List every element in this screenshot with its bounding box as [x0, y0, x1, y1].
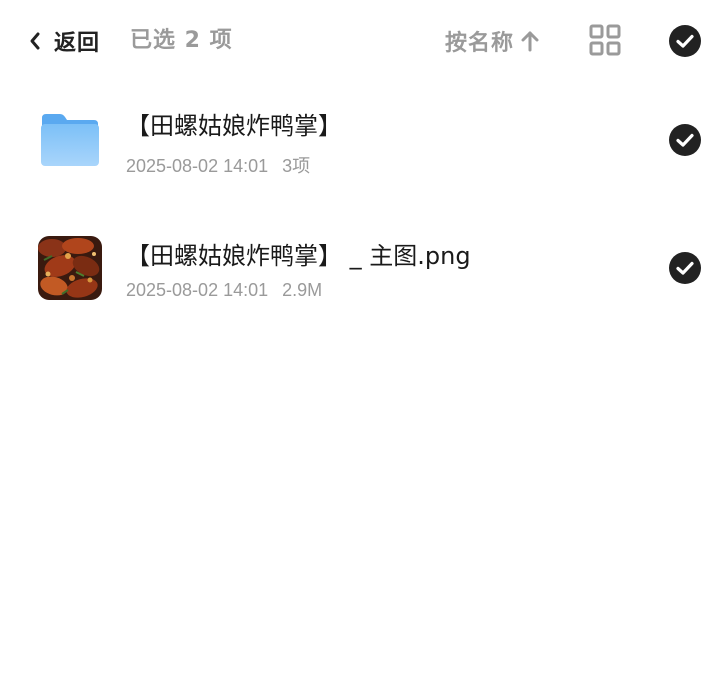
sort-by-name-button[interactable]: 按名称	[445, 22, 540, 60]
file-date: 2025-08-02 14:01	[126, 156, 269, 176]
checkmark-circle-icon[interactable]	[669, 252, 701, 284]
list-item[interactable]: 【田螺姑娘炸鸭掌】 2025-08-02 14:01 3项	[0, 82, 712, 202]
image-thumbnail	[38, 236, 102, 300]
file-meta: 2025-08-02 14:01 3项	[126, 152, 310, 178]
file-meta: 2025-08-02 14:01 2.9M	[126, 280, 322, 301]
grid-view-icon[interactable]	[589, 24, 621, 56]
checkmark-circle-icon[interactable]	[669, 124, 701, 156]
select-all-checkmark-icon[interactable]	[669, 25, 701, 57]
file-size: 2.9M	[282, 280, 323, 300]
file-name: 【田螺姑娘炸鸭掌】	[126, 112, 342, 140]
arrow-up-icon	[521, 31, 539, 52]
selection-toolbar: 返回 已选 2 项 按名称	[0, 0, 712, 82]
folder-icon	[41, 114, 99, 166]
back-button[interactable]: 返回	[26, 22, 100, 60]
chevron-left-icon	[30, 32, 40, 50]
back-label: 返回	[54, 31, 101, 56]
file-size: 3项	[282, 156, 311, 176]
selected-count-text: 已选 2 项	[130, 28, 233, 53]
sort-label: 按名称	[445, 31, 515, 56]
file-name: 【田螺姑娘炸鸭掌】 _ 主图.png	[126, 242, 471, 270]
file-date: 2025-08-02 14:01	[126, 280, 269, 300]
list-item[interactable]: 【田螺姑娘炸鸭掌】 _ 主图.png 2025-08-02 14:01 2.9M	[0, 210, 712, 330]
